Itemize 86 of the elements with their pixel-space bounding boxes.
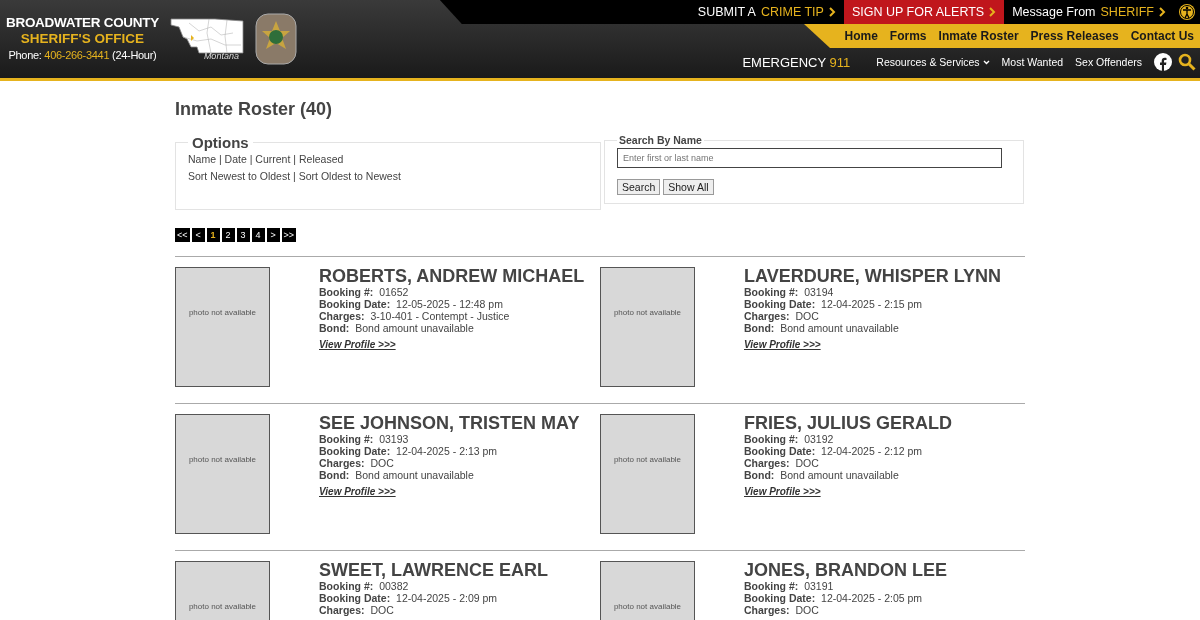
facebook-icon[interactable]: [1154, 53, 1172, 71]
booking-date: Booking Date: 12-04-2025 - 2:05 pm: [744, 592, 924, 604]
charges: Charges: DOC: [319, 457, 395, 469]
bond: Bond: Bond amount unavailable: [744, 322, 900, 334]
inmate-name: SEE JOHNSON, TRISTEN MAY: [319, 414, 580, 433]
inmate-name: ROBERTS, ANDREW MICHAEL: [319, 267, 585, 286]
accessibility-icon[interactable]: [1178, 3, 1196, 21]
inmate-name: SWEET, LAWRENCE EARL: [319, 561, 548, 580]
view-profile-link[interactable]: View Profile >>>: [319, 486, 396, 497]
top-link[interactable]: SUBMIT A CRIME TIP: [689, 0, 844, 24]
photo-caption: photo not available: [613, 455, 682, 464]
chevron-icon: [828, 7, 836, 17]
nav-link[interactable]: Most Wanted: [995, 56, 1070, 68]
sort-link[interactable]: Sort Newest to Oldest: [188, 170, 291, 182]
filter-link[interactable]: Released: [298, 153, 344, 165]
top-link[interactable]: Message From SHERIFF: [1004, 0, 1174, 24]
charges: Charges: DOC: [319, 604, 395, 616]
view-profile-link[interactable]: View Profile >>>: [319, 339, 396, 350]
search-panel-button[interactable]: Show All: [663, 179, 714, 195]
map-label: Montana: [203, 51, 239, 61]
photo-caption: photo not available: [188, 602, 257, 611]
page-button[interactable]: 3: [236, 228, 250, 242]
panel-title: Options: [191, 134, 250, 151]
nav-link[interactable]: Inmate Roster: [932, 29, 1025, 43]
inmate-name: LAVERDURE, WHISPER LYNN: [744, 267, 1002, 286]
bond: Bond: Bond amount unavailable: [319, 469, 475, 481]
sheriff-badge-icon: [254, 13, 297, 65]
search-icon[interactable]: [1178, 53, 1196, 71]
nav-link[interactable]: Sex Offenders: [1069, 56, 1148, 68]
filter-link[interactable]: Current: [255, 153, 291, 165]
search-field[interactable]: Enter first or last name: [617, 148, 1002, 168]
page-button[interactable]: >>: [281, 228, 297, 242]
page-button[interactable]: <: [191, 228, 205, 242]
booking-number: Booking #: 03191: [744, 580, 835, 592]
booking-number: Booking #: 03192: [744, 433, 835, 445]
separator: |: [293, 153, 297, 165]
page-button[interactable]: >: [266, 228, 280, 242]
filter-link[interactable]: Name: [188, 153, 216, 165]
page-button[interactable]: 4: [251, 228, 265, 242]
page-title: Inmate Roster (40): [175, 99, 334, 120]
sort-link[interactable]: Sort Oldest to Newest: [298, 170, 401, 182]
page-button[interactable]: <<: [175, 228, 190, 242]
photo-caption: photo not available: [188, 308, 257, 317]
photo-caption: photo not available: [613, 602, 682, 611]
phone-number: Phone: 406-266-3441 (24-Hour): [8, 48, 157, 63]
booking-date: Booking Date: 12-04-2025 - 2:09 pm: [319, 592, 499, 604]
top-link[interactable]: SIGN UP FOR ALERTS: [843, 0, 1005, 24]
charges: Charges: 3-10-401 - Contempt - Justice: [319, 310, 511, 322]
chevron-icon: [1159, 7, 1166, 17]
nav-link[interactable]: Home: [838, 29, 884, 43]
nav-link[interactable]: Forms: [883, 29, 933, 43]
booking-number: Booking #: 00382: [319, 580, 410, 592]
photo-caption: photo not available: [613, 308, 682, 317]
chevron-icon: [989, 7, 997, 17]
booking-date: Booking Date: 12-04-2025 - 2:13 pm: [319, 445, 499, 457]
booking-date: Booking Date: 12-05-2025 - 12:48 pm: [319, 298, 504, 310]
inmate-name: FRIES, JULIUS GERALD: [744, 414, 953, 433]
page-button[interactable]: 1: [206, 228, 220, 242]
nav-link[interactable]: Contact Us: [1124, 29, 1200, 43]
emergency-number: EMERGENCY 911: [742, 54, 851, 70]
nav-link[interactable]: Resources & Services: [870, 56, 996, 68]
photo-caption: photo not available: [188, 455, 257, 464]
booking-number: Booking #: 03193: [319, 433, 410, 445]
page-button[interactable]: 2: [221, 228, 235, 242]
agency-name: BROADWATER COUNTY: [6, 15, 159, 31]
booking-number: Booking #: 01652: [319, 286, 410, 298]
inmate-name: JONES, BRANDON LEE: [744, 561, 948, 580]
separator: |: [218, 153, 222, 165]
booking-number: Booking #: 03194: [744, 286, 835, 298]
booking-date: Booking Date: 12-04-2025 - 2:12 pm: [744, 445, 924, 457]
separator: |: [249, 153, 253, 165]
booking-date: Booking Date: 12-04-2025 - 2:15 pm: [744, 298, 924, 310]
view-profile-link[interactable]: View Profile >>>: [744, 486, 821, 497]
separator: |: [293, 170, 296, 182]
panel-title: Search By Name: [618, 134, 703, 146]
charges: Charges: DOC: [744, 457, 820, 469]
bond: Bond: Bond amount unavailable: [319, 322, 475, 334]
nav-link[interactable]: Press Releases: [1024, 29, 1125, 43]
caret-icon: [982, 59, 990, 65]
bond: Bond: Bond amount unavailable: [744, 469, 900, 481]
charges: Charges: DOC: [744, 604, 820, 616]
filter-link[interactable]: Date: [224, 153, 247, 165]
charges: Charges: DOC: [744, 310, 820, 322]
agency-subtitle: SHERIFF'S OFFICE: [20, 31, 145, 47]
view-profile-link[interactable]: View Profile >>>: [744, 339, 821, 350]
search-panel-button[interactable]: Search: [617, 179, 661, 195]
